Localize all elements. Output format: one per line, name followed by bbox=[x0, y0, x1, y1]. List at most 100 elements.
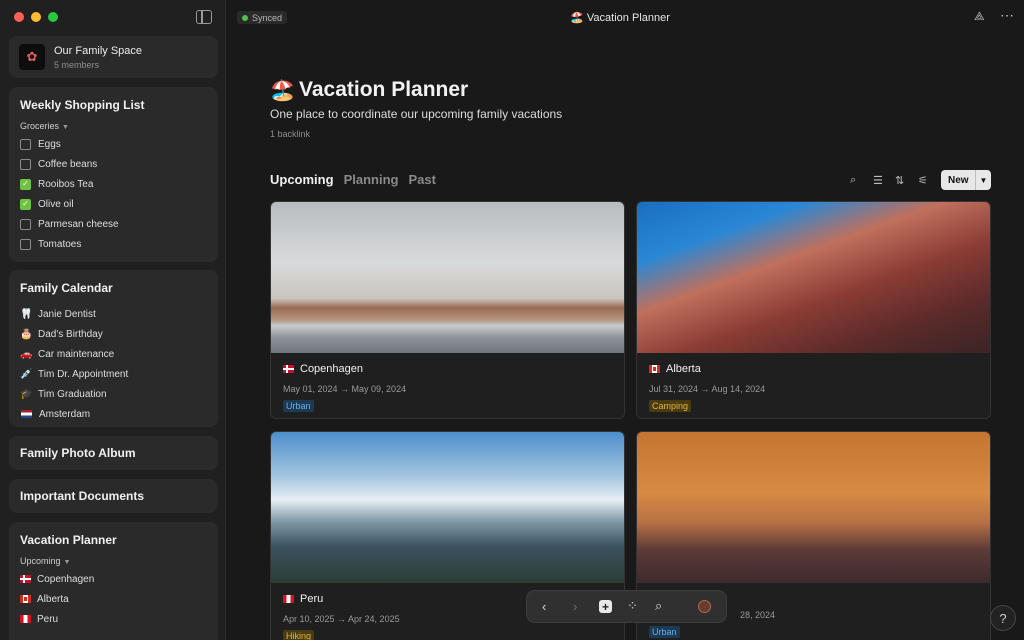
documents-title: Important Documents bbox=[20, 489, 145, 503]
peru-flag-icon bbox=[283, 595, 294, 603]
share-icon[interactable]: ⟁ bbox=[974, 9, 985, 24]
filter-icon[interactable]: ☰ bbox=[873, 174, 883, 187]
card-title: Alberta bbox=[666, 363, 701, 375]
vacation-item-label: Peru bbox=[37, 613, 59, 625]
calendar-item[interactable]: 🎓 Tim Graduation bbox=[9, 384, 218, 404]
search-icon[interactable]: ⌕ bbox=[655, 598, 662, 614]
tab-planning[interactable]: Planning bbox=[344, 172, 399, 187]
vacation-item-label: Copenhagen bbox=[37, 573, 95, 585]
avatar[interactable] bbox=[698, 600, 711, 613]
card-dates: May 01, 2024 → May 09, 2024 bbox=[283, 384, 407, 394]
close-window-button[interactable] bbox=[14, 12, 24, 22]
shopping-item-label: Parmesan cheese bbox=[38, 218, 119, 230]
checkbox[interactable] bbox=[20, 138, 31, 150]
help-button[interactable]: ? bbox=[990, 605, 1016, 631]
copenhagen-cover-image bbox=[271, 202, 624, 353]
family-calendar-title[interactable]: Family Calendar bbox=[9, 270, 218, 295]
calendar-item-label: Car maintenance bbox=[38, 348, 115, 360]
vacation-item[interactable]: Peru bbox=[9, 609, 218, 629]
calendar-item-label: Janie Dentist bbox=[38, 308, 96, 320]
tab-past[interactable]: Past bbox=[408, 172, 435, 187]
minimize-window-button[interactable] bbox=[31, 12, 41, 22]
tab-upcoming[interactable]: Upcoming bbox=[270, 172, 334, 187]
back-arrow-icon[interactable]: ‹ bbox=[542, 599, 546, 614]
shopping-item[interactable]: ✓ Olive oil bbox=[9, 194, 218, 214]
more-options-icon[interactable]: ⋯ bbox=[1000, 7, 1014, 24]
space-members: 5 members bbox=[54, 59, 100, 70]
add-icon[interactable]: + bbox=[599, 600, 612, 613]
calendar-item[interactable]: 🎂 Dad's Birthday bbox=[9, 324, 218, 344]
car-icon: 🚗 bbox=[20, 348, 33, 360]
shopping-item[interactable]: Tomatoes bbox=[9, 234, 218, 254]
graduation-cap-icon: 🎓 bbox=[20, 388, 33, 400]
vacation-item[interactable]: Copenhagen bbox=[9, 569, 218, 589]
photo-album-title: Family Photo Album bbox=[20, 446, 136, 460]
calendar-item[interactable]: Amsterdam bbox=[9, 404, 218, 424]
shopping-item[interactable]: ✓ Rooibos Tea bbox=[9, 174, 218, 194]
sidebar-toggle-icon[interactable] bbox=[196, 10, 212, 24]
checkbox[interactable] bbox=[20, 238, 31, 250]
view-tabs: Upcoming Planning Past bbox=[270, 172, 436, 187]
maximize-window-button[interactable] bbox=[48, 12, 58, 22]
checkbox-checked[interactable]: ✓ bbox=[20, 178, 31, 190]
calendar-item[interactable]: 🚗 Car maintenance bbox=[9, 344, 218, 364]
window-title: 🏖️ Vacation Planner bbox=[520, 11, 720, 24]
cake-icon: 🎂 bbox=[20, 328, 33, 340]
shopping-item-label: Tomatoes bbox=[38, 238, 82, 250]
page-description[interactable]: One place to coordinate our upcoming fam… bbox=[270, 107, 562, 121]
calendar-item[interactable]: 💉 Tim Dr. Appointment bbox=[9, 364, 218, 384]
window-title-label: Vacation Planner bbox=[586, 12, 670, 24]
card-title: Peru bbox=[300, 593, 324, 605]
checkbox[interactable] bbox=[20, 158, 31, 170]
forward-arrow-icon[interactable]: › bbox=[573, 599, 577, 614]
upcoming-group[interactable]: Upcoming ▼ bbox=[9, 547, 218, 566]
vacation-card-alberta[interactable]: Alberta Jul 31, 2024 → Aug 14, 2024 Camp… bbox=[636, 201, 991, 419]
space-name: Our Family Space bbox=[54, 44, 143, 57]
card-tag: Urban bbox=[649, 626, 680, 638]
sync-status-label: Synced bbox=[252, 12, 283, 23]
page-title[interactable]: Vacation Planner bbox=[299, 78, 468, 102]
canada-flag-icon bbox=[649, 365, 660, 373]
card-tag: Camping bbox=[649, 400, 692, 412]
backlinks-link[interactable]: 1 backlink bbox=[270, 129, 310, 139]
checkbox-checked[interactable]: ✓ bbox=[20, 198, 31, 210]
calendar-item-label: Amsterdam bbox=[39, 408, 91, 420]
space-switcher[interactable]: ✿ Our Family Space 5 members bbox=[9, 36, 218, 78]
checkbox[interactable] bbox=[20, 218, 31, 230]
amsterdam-cover-image bbox=[637, 432, 990, 583]
shopping-list-widget: Weekly Shopping List Groceries ▼ Eggs Cof… bbox=[9, 87, 218, 262]
page-emoji-icon[interactable]: 🏖️ bbox=[270, 78, 295, 103]
canada-flag-icon bbox=[20, 595, 31, 603]
documents-widget[interactable]: Important Documents bbox=[9, 479, 218, 513]
new-button[interactable]: New ▼ bbox=[941, 170, 991, 190]
bottom-toolbar: ‹ › + ⁘ ⌕ bbox=[526, 590, 727, 623]
peru-cover-image bbox=[271, 432, 624, 583]
groceries-group[interactable]: Groceries ▼ bbox=[9, 112, 218, 131]
apps-grid-icon[interactable]: ⁘ bbox=[627, 598, 638, 614]
sort-icon[interactable]: ⇅ bbox=[895, 174, 904, 187]
chevron-down-icon[interactable]: ▼ bbox=[975, 170, 991, 190]
upcoming-group-label: Upcoming bbox=[20, 556, 61, 566]
vacation-planner-title[interactable]: Vacation Planner bbox=[9, 522, 218, 547]
shopping-item-label: Coffee beans bbox=[38, 158, 98, 170]
chevron-down-icon: ▼ bbox=[63, 559, 71, 566]
shopping-list-title[interactable]: Weekly Shopping List bbox=[9, 87, 218, 112]
card-dates: Jul 31, 2024 → Aug 14, 2024 bbox=[649, 384, 766, 394]
vacation-card-copenhagen[interactable]: Copenhagen May 01, 2024 → May 09, 2024 U… bbox=[270, 201, 625, 419]
sync-dot-icon bbox=[242, 14, 248, 21]
groceries-group-label: Groceries bbox=[20, 121, 60, 131]
calendar-item-label: Tim Dr. Appointment bbox=[38, 368, 129, 380]
shopping-item[interactable]: Coffee beans bbox=[9, 154, 218, 174]
calendar-item[interactable]: 🦷 Janie Dentist bbox=[9, 304, 218, 324]
search-icon[interactable]: ⌕ bbox=[850, 174, 856, 187]
shopping-item-label: Olive oil bbox=[38, 198, 74, 210]
shopping-item[interactable]: Eggs bbox=[9, 134, 218, 154]
settings-sliders-icon[interactable]: ⚟ bbox=[918, 174, 928, 187]
new-button-label: New bbox=[948, 174, 969, 186]
denmark-flag-icon bbox=[283, 365, 294, 373]
photo-album-widget[interactable]: Family Photo Album bbox=[9, 436, 218, 470]
netherlands-flag-icon bbox=[21, 410, 32, 418]
shopping-item[interactable]: Parmesan cheese bbox=[9, 214, 218, 234]
vacation-item[interactable]: Alberta bbox=[9, 589, 218, 609]
shopping-item-label: Eggs bbox=[38, 138, 61, 150]
